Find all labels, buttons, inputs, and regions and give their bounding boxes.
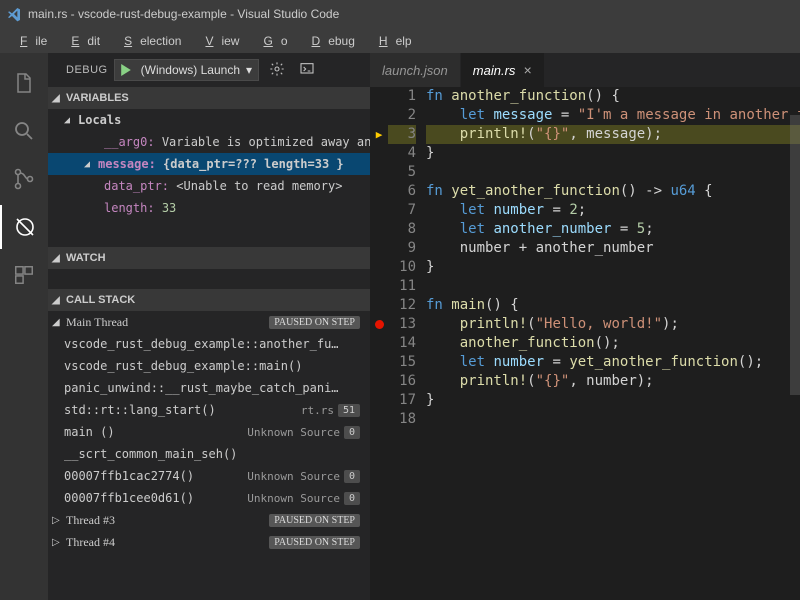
activitybar [0, 53, 48, 600]
start-debug-icon[interactable] [115, 64, 137, 76]
callstack-body: ◢Main ThreadPAUSED ON STEPvscode_rust_de… [48, 311, 370, 553]
menu-file[interactable]: File [4, 31, 55, 51]
menu-help[interactable]: Help [363, 31, 420, 51]
vertical-scrollbar[interactable] [790, 115, 800, 395]
stack-frame[interactable]: vscode_rust_debug_example::main() [48, 355, 370, 377]
menu-debug[interactable]: Debug [296, 31, 363, 51]
editor-tabs: launch.jsonmain.rs× [370, 53, 800, 87]
line-numbers: 123456789101112131415161718 [388, 87, 426, 600]
debug-config[interactable]: (Windows) Launch ▾ [114, 59, 259, 81]
glyph-margin: ▶ [370, 87, 388, 600]
scope-locals[interactable]: ◢Locals [48, 109, 370, 131]
callstack-section-header[interactable]: ◢ CALL STACK [48, 289, 370, 311]
gear-icon[interactable] [265, 61, 289, 80]
expand-icon: ◢ [52, 295, 66, 306]
variable-data-ptr[interactable]: data_ptr: <Unable to read memory> [48, 175, 370, 197]
editor-group: launch.jsonmain.rs× ▶ 123456789101112131… [370, 53, 800, 600]
variables-body: ◢Locals __arg0: Variable is optimized aw… [48, 109, 370, 247]
tab-launch-json[interactable]: launch.json [370, 53, 461, 87]
search-icon[interactable] [0, 109, 48, 153]
stack-frame[interactable]: std::rt::lang_start()rt.rs51 [48, 399, 370, 421]
expand-icon: ◢ [52, 93, 66, 104]
variable-message[interactable]: ◢message: {data_ptr=??? length=33 } [48, 153, 370, 175]
expand-icon: ◢ [52, 253, 66, 264]
menu-edit[interactable]: Edit [55, 31, 108, 51]
console-icon[interactable] [295, 61, 319, 80]
thread-row[interactable]: ▷Thread #4PAUSED ON STEP [48, 531, 370, 553]
thread-main[interactable]: ◢Main ThreadPAUSED ON STEP [48, 311, 370, 333]
watch-body [48, 269, 370, 289]
menu-view[interactable]: View [189, 31, 247, 51]
stack-frame[interactable]: 00007ffb1cac2774()Unknown Source0 [48, 465, 370, 487]
menu-selection[interactable]: Selection [108, 31, 189, 51]
menu-go[interactable]: Go [247, 31, 295, 51]
scm-icon[interactable] [0, 157, 48, 201]
code-content[interactable]: fn another_function() { let message = "I… [426, 87, 800, 600]
stack-frame[interactable]: 00007ffb1cee0d61()Unknown Source0 [48, 487, 370, 509]
chevron-down-icon: ▾ [246, 63, 252, 77]
debug-icon[interactable] [0, 205, 48, 249]
window-title: main.rs - vscode-rust-debug-example - Vi… [28, 7, 339, 21]
variable-arg0[interactable]: __arg0: Variable is optimized away and … [48, 131, 370, 153]
variable-length[interactable]: length: 33 [48, 197, 370, 219]
vscode-icon [6, 6, 22, 22]
debug-panel: DEBUG (Windows) Launch ▾ ◢ VARIABLES [48, 53, 370, 600]
debug-config-name: (Windows) Launch [141, 63, 240, 77]
variables-section-header[interactable]: ◢ VARIABLES [48, 87, 370, 109]
code-area[interactable]: ▶ 123456789101112131415161718 fn another… [370, 87, 800, 600]
menubar[interactable]: FileEditSelectionViewGoDebugHelp [0, 28, 800, 53]
watch-section-header[interactable]: ◢ WATCH [48, 247, 370, 269]
current-line-icon: ▶ [376, 125, 383, 144]
stack-frame[interactable]: main ()Unknown Source0 [48, 421, 370, 443]
thread-row[interactable]: ▷Thread #3PAUSED ON STEP [48, 509, 370, 531]
stack-frame[interactable]: __scrt_common_main_seh() [48, 443, 370, 465]
explorer-icon[interactable] [0, 61, 48, 105]
debug-header: DEBUG (Windows) Launch ▾ [48, 53, 370, 87]
debug-label: DEBUG [66, 64, 108, 76]
close-icon[interactable]: × [523, 62, 531, 78]
breakpoint-icon[interactable] [375, 320, 384, 329]
extensions-icon[interactable] [0, 253, 48, 297]
titlebar: main.rs - vscode-rust-debug-example - Vi… [0, 0, 800, 28]
tab-main-rs[interactable]: main.rs× [461, 53, 545, 87]
stack-frame[interactable]: panic_unwind::__rust_maybe_catch_pani… [48, 377, 370, 399]
stack-frame[interactable]: vscode_rust_debug_example::another_fu… [48, 333, 370, 355]
